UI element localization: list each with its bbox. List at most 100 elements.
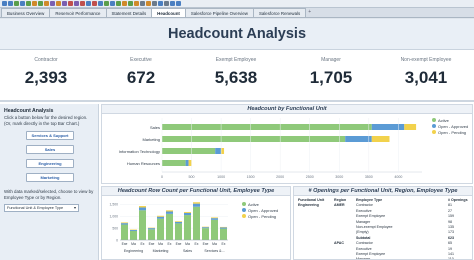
tab-salesforce-renewals[interactable]: Salesforce Renewals <box>252 8 307 17</box>
top-chart-bar[interactable] <box>188 160 192 166</box>
top-chart-bar[interactable] <box>345 136 372 142</box>
bottom-left-bar[interactable] <box>202 228 209 240</box>
bottom-left-bar[interactable] <box>220 227 227 229</box>
filter-icon[interactable] <box>56 1 61 6</box>
top-chart-bar[interactable] <box>371 136 390 142</box>
region-button-marketing[interactable]: Marketing <box>26 173 74 183</box>
legend-swatch <box>432 118 436 122</box>
bottom-left-bar[interactable] <box>130 230 137 231</box>
legend-label: Open - Approved <box>248 207 279 213</box>
legend-label: Open - Approved <box>438 123 469 129</box>
bottom-left-bar[interactable] <box>175 221 182 222</box>
chart-icon[interactable] <box>98 1 103 6</box>
bottom-left-bar[interactable] <box>121 223 128 225</box>
bottom-left-group-label: Sales <box>183 249 192 253</box>
save-icon[interactable] <box>50 1 55 6</box>
bottom-left-bar[interactable] <box>139 207 146 211</box>
bottom-left-bar[interactable] <box>139 210 146 240</box>
region-button-engineering[interactable]: Engineering <box>26 159 74 169</box>
top-chart-bar[interactable] <box>371 124 405 130</box>
filter-icon[interactable] <box>68 1 73 6</box>
bottom-left-bar[interactable] <box>166 211 173 214</box>
legend-item[interactable]: Open - Approved <box>432 123 468 129</box>
chart-icon[interactable] <box>92 1 97 6</box>
top-bar-chart[interactable]: Sales Marketing Information Technology Huma… <box>102 114 474 184</box>
refresh-icon[interactable] <box>158 1 163 6</box>
bottom-left-bar[interactable] <box>202 227 209 229</box>
share-icon[interactable] <box>140 1 145 6</box>
bottom-left-bar[interactable] <box>184 211 191 213</box>
region-button-services-support[interactable]: Services & Support <box>26 131 74 141</box>
bottom-left-bar[interactable] <box>175 223 182 240</box>
top-chart-bar[interactable] <box>215 148 222 154</box>
bottom-left-bar[interactable] <box>211 218 218 220</box>
legend-item[interactable]: Open - Approved <box>242 207 278 213</box>
save-icon[interactable] <box>38 1 43 6</box>
bottom-left-bar[interactable] <box>157 215 164 217</box>
bottom-left-bar[interactable] <box>193 203 200 207</box>
sort-icon[interactable] <box>74 1 79 6</box>
add-tab-button[interactable]: + <box>305 8 314 17</box>
bottom-left-bar[interactable] <box>166 213 173 240</box>
legend-item[interactable]: Open - Pending <box>242 213 278 219</box>
redo-icon[interactable] <box>20 1 25 6</box>
dropdown-value: Functional Unit & Employee Type <box>7 206 64 211</box>
bottom-left-bar[interactable] <box>193 202 200 204</box>
table-icon[interactable] <box>122 1 127 6</box>
bottom-left-bar[interactable] <box>157 218 164 240</box>
tab-statement-details[interactable]: Statement Details <box>105 8 153 17</box>
top-chart-bar[interactable] <box>185 160 189 166</box>
bottom-left-bar[interactable] <box>148 229 155 240</box>
chart-icon[interactable] <box>104 1 109 6</box>
top-chart-bar[interactable] <box>162 148 216 154</box>
bottom-left-bar[interactable] <box>220 228 227 240</box>
settings-icon[interactable] <box>176 1 181 6</box>
sort-icon[interactable] <box>86 1 91 6</box>
save-icon[interactable] <box>44 1 49 6</box>
bottom-left-bar[interactable] <box>175 221 182 224</box>
bottom-left-bar[interactable] <box>130 230 137 240</box>
undo-icon[interactable] <box>8 1 13 6</box>
undo-icon[interactable] <box>2 1 7 6</box>
bottom-left-bar[interactable] <box>211 217 218 219</box>
undo-icon[interactable] <box>14 1 19 6</box>
bottom-left-bar[interactable] <box>157 216 164 219</box>
table-icon[interactable] <box>110 1 115 6</box>
tab-salesforce-pipeline-overview[interactable]: Salesforce Pipeline Overview <box>184 8 254 17</box>
bottom-left-bar[interactable] <box>139 206 146 208</box>
openings-table[interactable]: Functional Unit Region Employee Type # Open… <box>298 198 470 259</box>
top-chart-bar[interactable] <box>162 160 186 166</box>
share-icon[interactable] <box>134 1 139 6</box>
legend-swatch <box>432 130 436 134</box>
bottom-left-bar[interactable] <box>193 206 200 240</box>
refresh-icon[interactable] <box>146 1 151 6</box>
filter-icon[interactable] <box>62 1 67 6</box>
share-icon[interactable] <box>128 1 133 6</box>
tab-reservoir-performance[interactable]: Reservoir Performance <box>49 8 107 17</box>
bottom-left-bar[interactable] <box>121 224 128 240</box>
legend-item[interactable]: Open - Pending <box>432 129 468 135</box>
redo-icon[interactable] <box>32 1 37 6</box>
bottom-left-bar[interactable] <box>121 222 128 224</box>
settings-icon[interactable] <box>164 1 169 6</box>
tab-headcount[interactable]: Headcount <box>151 8 186 17</box>
region-button-sales[interactable]: Sales <box>26 145 74 155</box>
tab-business-overview[interactable]: Business Overview <box>1 8 51 17</box>
settings-icon[interactable] <box>170 1 175 6</box>
toolbar <box>0 0 474 8</box>
sort-icon[interactable] <box>80 1 85 6</box>
refresh-icon[interactable] <box>152 1 157 6</box>
bottom-left-bar[interactable] <box>148 228 155 230</box>
top-chart-bar[interactable] <box>162 136 346 142</box>
bottom-left-bar[interactable] <box>211 219 218 240</box>
top-chart-bar[interactable] <box>404 124 417 130</box>
top-chart-bar[interactable] <box>221 148 225 154</box>
redo-icon[interactable] <box>26 1 31 6</box>
bottom-left-chart-panel: Headcount Row Count per Functional Unit,… <box>101 186 291 260</box>
view-by-dropdown[interactable]: Functional Unit & Employee Type ▾ <box>4 204 79 213</box>
bottom-left-bar[interactable] <box>184 215 191 240</box>
bottom-left-bar[interactable] <box>184 212 191 216</box>
table-icon[interactable] <box>116 1 121 6</box>
bottom-left-bar[interactable] <box>166 210 173 212</box>
top-chart-bar[interactable] <box>162 124 372 130</box>
